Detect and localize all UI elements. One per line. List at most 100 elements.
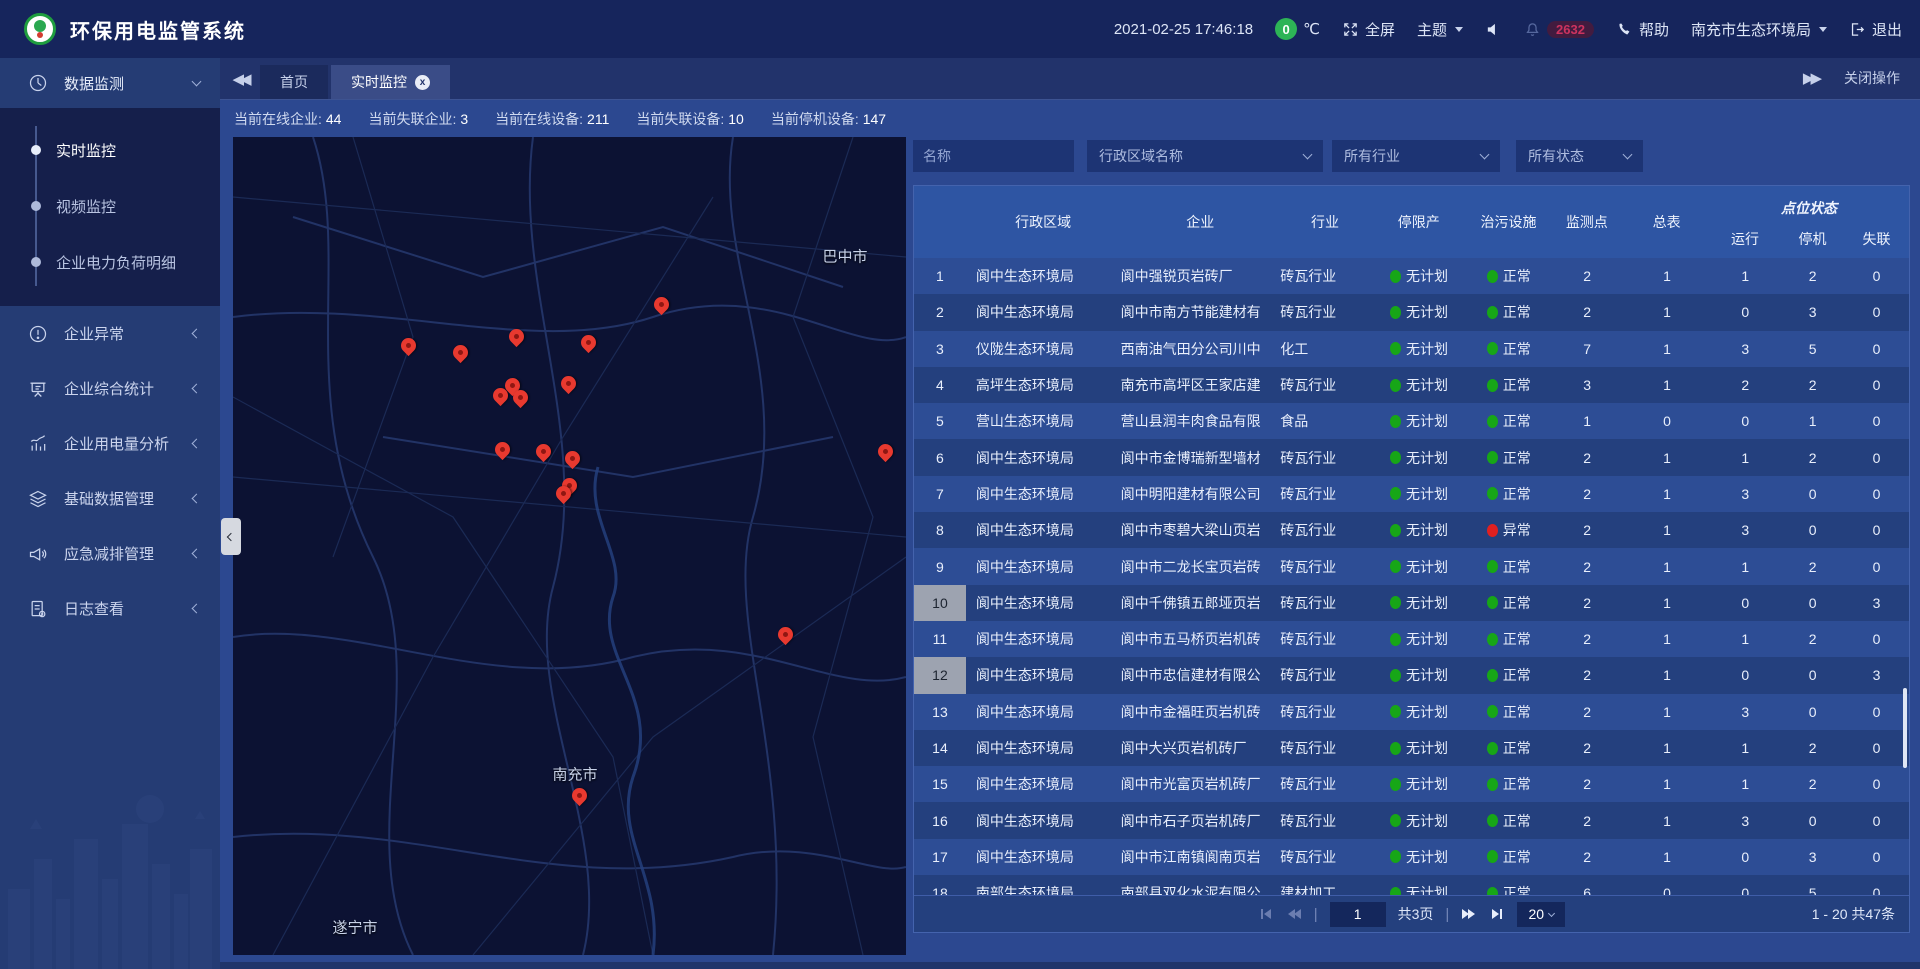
alarm-indicator[interactable]: 2632	[1524, 21, 1594, 38]
close-operations-button[interactable]: 关闭操作	[1844, 68, 1900, 88]
cell-limit: 无计划	[1406, 774, 1448, 794]
logout-button[interactable]: 退出	[1849, 19, 1902, 40]
map-panel[interactable]: 巴中市 南充市 遂宁市	[233, 137, 906, 955]
col-limit: 停限产	[1370, 186, 1468, 258]
chevron-left-icon	[192, 439, 202, 449]
sidebar-item[interactable]: 企业用电量分析	[0, 416, 220, 471]
table-row[interactable]: 9 阆中生态环境局 阆中市二龙长宝页岩砖 砖瓦行业 无计划 正常 2	[914, 548, 1909, 584]
region-filter-select[interactable]: 行政区域名称	[1087, 140, 1323, 172]
cell-points: 3	[1550, 377, 1625, 393]
cell-stop: 2	[1781, 631, 1844, 647]
cell-industry: 砖瓦行业	[1280, 702, 1370, 722]
table-row[interactable]: 8 阆中生态环境局 阆中市枣碧大梁山页岩 砖瓦行业 无计划 异常 2	[914, 512, 1909, 548]
table-row[interactable]: 17 阆中生态环境局 阆中市江南镇阆南页岩 砖瓦行业 无计划 正常 2	[914, 839, 1909, 875]
first-page-button[interactable]	[1258, 906, 1274, 922]
tab-home[interactable]: 首页	[260, 65, 328, 99]
table-row[interactable]: 7 阆中生态环境局 阆中明阳建材有限公司 砖瓦行业 无计划 正常 2	[914, 476, 1909, 512]
cell-company: 西南油气田分公司川中	[1121, 339, 1281, 359]
limit-status-dot	[1390, 669, 1401, 682]
table-row[interactable]: 6 阆中生态环境局 阆中市金博瑞新型墙材 砖瓦行业 无计划 正常 2	[914, 439, 1909, 475]
table-row[interactable]: 5 营山生态环境局 营山县润丰肉食品有限 食品 无计划 正常 1	[914, 403, 1909, 439]
total-pages-label: 共3页	[1398, 904, 1434, 924]
sidebar-item[interactable]: 企业综合统计	[0, 361, 220, 416]
pagination-summary: 1 - 20 共47条	[1812, 904, 1895, 924]
sidebar-item[interactable]: 日志查看	[0, 581, 220, 636]
row-number: 4	[914, 367, 966, 403]
cell-lost: 0	[1844, 304, 1909, 320]
app-window: 环保用电监管系统 2021-02-25 17:46:18 0 ℃ 全屏 主题 2…	[0, 0, 1920, 969]
sidebar-subitem[interactable]: 视频监控	[0, 178, 220, 234]
name-filter-input[interactable]	[913, 140, 1074, 172]
table-row[interactable]: 18 南部生态环境局 南部县双化水泥有限公 建材加工 无计划 正常 6	[914, 875, 1909, 895]
chevron-left-icon	[227, 532, 235, 540]
cell-points: 1	[1550, 413, 1625, 429]
map-roads	[233, 137, 906, 955]
filter-bar: 行政区域名称 所有行业 所有状态	[913, 140, 1910, 172]
menu-icon	[28, 434, 48, 454]
col-facility: 治污设施	[1468, 186, 1550, 258]
cell-company: 阆中市金博瑞新型墙材	[1121, 448, 1281, 468]
cell-run: 1	[1709, 776, 1781, 792]
cell-lost: 0	[1844, 413, 1909, 429]
prev-page-button[interactable]	[1286, 906, 1302, 922]
cell-region: 阆中生态环境局	[966, 702, 1121, 722]
fullscreen-button[interactable]: 全屏	[1342, 19, 1395, 40]
sidebar-group-data-monitor[interactable]: 数据监测	[0, 58, 220, 108]
table-row[interactable]: 4 高坪生态环境局 南充市高坪区王家店建 砖瓦行业 无计划 正常 3	[914, 367, 1909, 403]
cell-limit: 无计划	[1406, 883, 1448, 895]
tab-realtime-monitor[interactable]: 实时监控 x	[331, 65, 450, 99]
table-row[interactable]: 10 阆中生态环境局 阆中千佛镇五郎垭页岩 砖瓦行业 无计划 正常 2	[914, 585, 1909, 621]
table-row[interactable]: 2 阆中生态环境局 阆中市南方节能建材有 砖瓦行业 无计划 正常 2	[914, 294, 1909, 330]
table-row[interactable]: 11 阆中生态环境局 阆中市五马桥页岩机砖 砖瓦行业 无计划 正常 2	[914, 621, 1909, 657]
sidebar-item[interactable]: 企业异常	[0, 306, 220, 361]
sidebar-item[interactable]: 基础数据管理	[0, 471, 220, 526]
next-page-button[interactable]	[1461, 906, 1477, 922]
table-row[interactable]: 16 阆中生态环境局 阆中市石子页岩机砖厂 砖瓦行业 无计划 正常 2	[914, 802, 1909, 838]
cell-run: 0	[1709, 849, 1781, 865]
table-row[interactable]: 13 阆中生态环境局 阆中市金福旺页岩机砖 砖瓦行业 无计划 正常 2	[914, 694, 1909, 730]
tab-close-icon[interactable]: x	[415, 75, 430, 90]
status-filter-select[interactable]: 所有状态	[1516, 140, 1643, 172]
table-row[interactable]: 12 阆中生态环境局 阆中市忠信建材有限公 砖瓦行业 无计划 正常 2	[914, 657, 1909, 693]
cell-meters: 1	[1625, 377, 1710, 393]
page-number-input[interactable]: 1	[1330, 902, 1386, 927]
cell-facility: 正常	[1503, 484, 1531, 504]
chevron-left-icon	[192, 549, 202, 559]
table-row[interactable]: 3 仪陇生态环境局 西南油气田分公司川中 化工 无计划 正常 7	[914, 331, 1909, 367]
limit-status-dot	[1390, 705, 1401, 718]
app-logo	[24, 13, 56, 45]
cell-region: 南部生态环境局	[966, 883, 1121, 895]
org-menu[interactable]: 南充市生态环境局	[1691, 19, 1827, 40]
col-run: 运行	[1709, 229, 1781, 249]
sidebar-subitem[interactable]: 实时监控	[0, 122, 220, 178]
sound-button[interactable]	[1485, 21, 1502, 38]
industry-filter-select[interactable]: 所有行业	[1332, 140, 1500, 172]
cell-region: 阆中生态环境局	[966, 665, 1121, 685]
sidebar-item[interactable]: 应急减排管理	[0, 526, 220, 581]
cell-region: 阆中生态环境局	[966, 811, 1121, 831]
theme-button[interactable]: 主题	[1417, 19, 1463, 40]
tabs-scroll-left-button[interactable]: ◀◀	[220, 70, 260, 99]
table-row[interactable]: 1 阆中生态环境局 阆中强锐页岩砖厂 砖瓦行业 无计划 正常 2	[914, 258, 1909, 294]
sidebar-collapse-handle[interactable]	[221, 518, 241, 555]
cell-facility: 正常	[1503, 847, 1531, 867]
sidebar-subitem[interactable]: 企业电力负荷明细	[0, 234, 220, 290]
cell-meters: 1	[1625, 486, 1710, 502]
cell-run: 0	[1709, 667, 1781, 683]
cell-stop: 3	[1781, 304, 1844, 320]
table-row[interactable]: 15 阆中生态环境局 阆中市光富页岩机砖厂 砖瓦行业 无计划 正常 2	[914, 766, 1909, 802]
table-row[interactable]: 14 阆中生态环境局 阆中大兴页岩机砖厂 砖瓦行业 无计划 正常 2	[914, 730, 1909, 766]
chevron-down-icon	[1548, 909, 1555, 916]
menu-icon	[28, 544, 48, 564]
table-scrollbar-thumb[interactable]	[1903, 688, 1907, 768]
tabs-scroll-right-button[interactable]: ▶▶	[1803, 69, 1818, 87]
stat-item: 当前失联企业:3	[368, 109, 468, 129]
cell-facility: 正常	[1503, 629, 1531, 649]
cell-industry: 砖瓦行业	[1280, 448, 1370, 468]
page-size-select[interactable]: 20	[1517, 902, 1565, 927]
help-button[interactable]: 帮助	[1616, 19, 1669, 40]
cell-company: 阆中市二龙长宝页岩砖	[1121, 557, 1281, 577]
last-page-button[interactable]	[1489, 906, 1505, 922]
cell-company: 阆中市江南镇阆南页岩	[1121, 847, 1281, 867]
cell-stop: 5	[1781, 341, 1844, 357]
